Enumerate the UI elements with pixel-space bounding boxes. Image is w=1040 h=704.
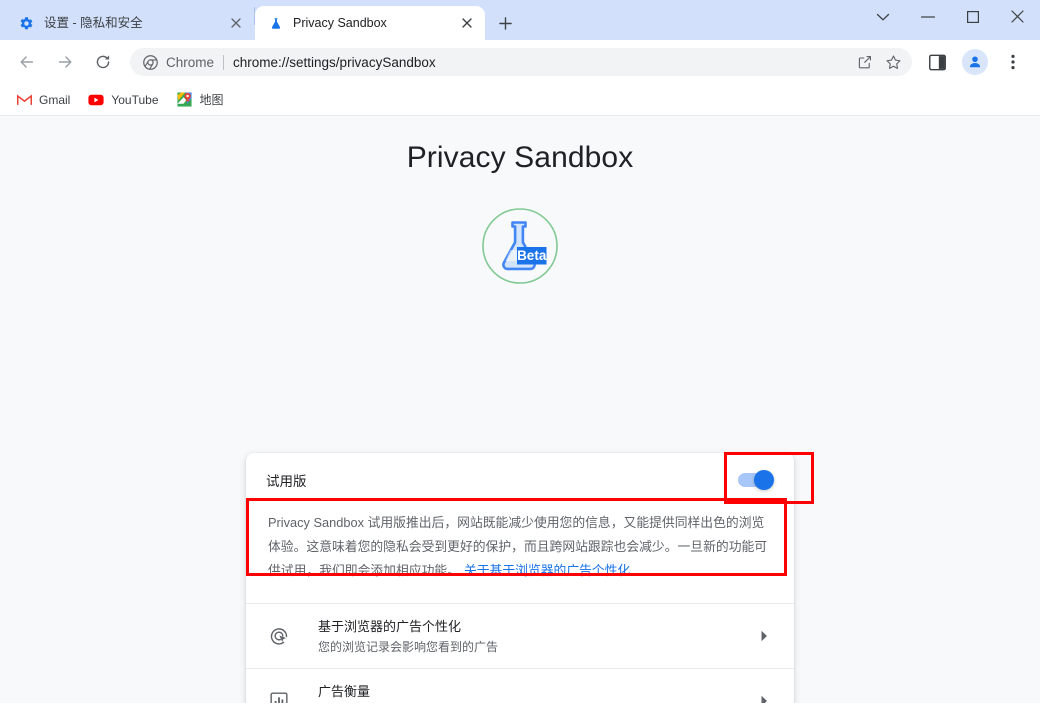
row-text: 广告衡量 广告主可以了解广告取得的效果 — [318, 682, 754, 704]
new-tab-button[interactable] — [491, 9, 519, 37]
row-title: 广告衡量 — [318, 683, 371, 699]
gmail-icon — [16, 92, 32, 108]
beta-flask-icon: Beta — [477, 203, 563, 289]
gear-icon — [18, 15, 35, 32]
toggle-knob — [754, 470, 774, 490]
chevron-right-icon[interactable] — [754, 695, 774, 703]
more-menu-icon[interactable] — [999, 48, 1027, 76]
trial-toggle[interactable] — [738, 470, 774, 490]
omnibox-divider — [223, 54, 225, 70]
side-panel-icon[interactable] — [923, 48, 951, 76]
page-content: Privacy Sandbox Beta 试用版 Privacy Sandbox… — [0, 116, 1040, 703]
tab-strip: 设置 - 隐私和安全 Privacy Sandbox — [0, 0, 1040, 40]
window-controls — [860, 0, 1040, 33]
bookmarks-bar: Gmail YouTube 地图 — [0, 84, 1040, 116]
learn-more-link[interactable]: 关于基于浏览器的广告个性化 — [464, 563, 630, 578]
ad-measurement-icon — [268, 690, 290, 703]
chrome-logo-icon — [142, 54, 158, 70]
ad-targeting-icon — [268, 625, 290, 647]
omnibox-scheme-label: Chrome — [166, 54, 215, 70]
chevron-down-icon[interactable] — [860, 0, 905, 33]
row-text: 基于浏览器的广告个性化 您的浏览记录会影响您看到的广告 — [318, 617, 754, 656]
hero-illustration: Beta — [0, 203, 1040, 289]
browser-tab-settings[interactable]: 设置 - 隐私和安全 — [6, 6, 254, 40]
row-subtitle: 您的浏览记录会影响您看到的广告 — [318, 639, 499, 654]
row-title: 基于浏览器的广告个性化 — [318, 618, 462, 634]
tab-title: 设置 - 隐私和安全 — [44, 16, 143, 30]
flask-icon — [267, 15, 284, 32]
share-icon[interactable] — [852, 49, 878, 75]
minimize-button[interactable] — [905, 0, 950, 33]
profile-avatar[interactable] — [961, 48, 989, 76]
bookmark-youtube[interactable]: YouTube — [80, 88, 166, 112]
row-ad-personalization[interactable]: 基于浏览器的广告个性化 您的浏览记录会影响您看到的广告 — [246, 603, 794, 668]
omnibox-url-text: chrome://settings/privacySandbox — [233, 54, 436, 70]
address-bar[interactable]: Chrome chrome://settings/privacySandbox — [130, 48, 912, 76]
forward-arrow-icon[interactable] — [51, 48, 79, 76]
google-maps-icon — [177, 92, 193, 108]
trial-description: Privacy Sandbox 试用版推出后，网站既能减少使用您的信息，又能提供… — [246, 507, 794, 603]
back-arrow-icon[interactable] — [13, 48, 41, 76]
close-window-button[interactable] — [995, 0, 1040, 33]
bookmark-maps[interactable]: 地图 — [169, 88, 232, 112]
tab-title: Privacy Sandbox — [293, 16, 387, 30]
hero-badge-text: Beta — [517, 248, 547, 263]
youtube-icon — [88, 92, 104, 108]
bookmark-label: Gmail — [39, 92, 71, 107]
page-title: Privacy Sandbox — [406, 141, 634, 174]
bookmark-star-icon[interactable] — [880, 49, 906, 75]
reload-icon[interactable] — [89, 48, 117, 76]
bookmark-label: 地图 — [199, 93, 224, 107]
browser-tab-privacy-sandbox[interactable]: Privacy Sandbox — [255, 6, 485, 40]
maximize-button[interactable] — [950, 0, 995, 33]
browser-toolbar: Chrome chrome://settings/privacySandbox — [0, 40, 1040, 84]
omnibox-actions — [850, 49, 906, 75]
close-icon[interactable] — [226, 13, 246, 33]
row-subtitle: 广告主可以了解广告取得的效果 — [318, 703, 754, 704]
chevron-right-icon[interactable] — [754, 630, 774, 642]
trial-label: 试用版 — [266, 474, 307, 489]
close-icon[interactable] — [457, 13, 477, 33]
privacy-sandbox-card: 试用版 Privacy Sandbox 试用版推出后，网站既能减少使用您的信息，… — [246, 453, 794, 703]
bookmark-label: YouTube — [111, 92, 159, 107]
row-ad-measurement[interactable]: 广告衡量 广告主可以了解广告取得的效果 — [246, 668, 794, 703]
bookmark-gmail[interactable]: Gmail — [8, 88, 78, 112]
trial-toggle-row[interactable]: 试用版 — [246, 453, 794, 507]
avatar — [962, 49, 988, 75]
